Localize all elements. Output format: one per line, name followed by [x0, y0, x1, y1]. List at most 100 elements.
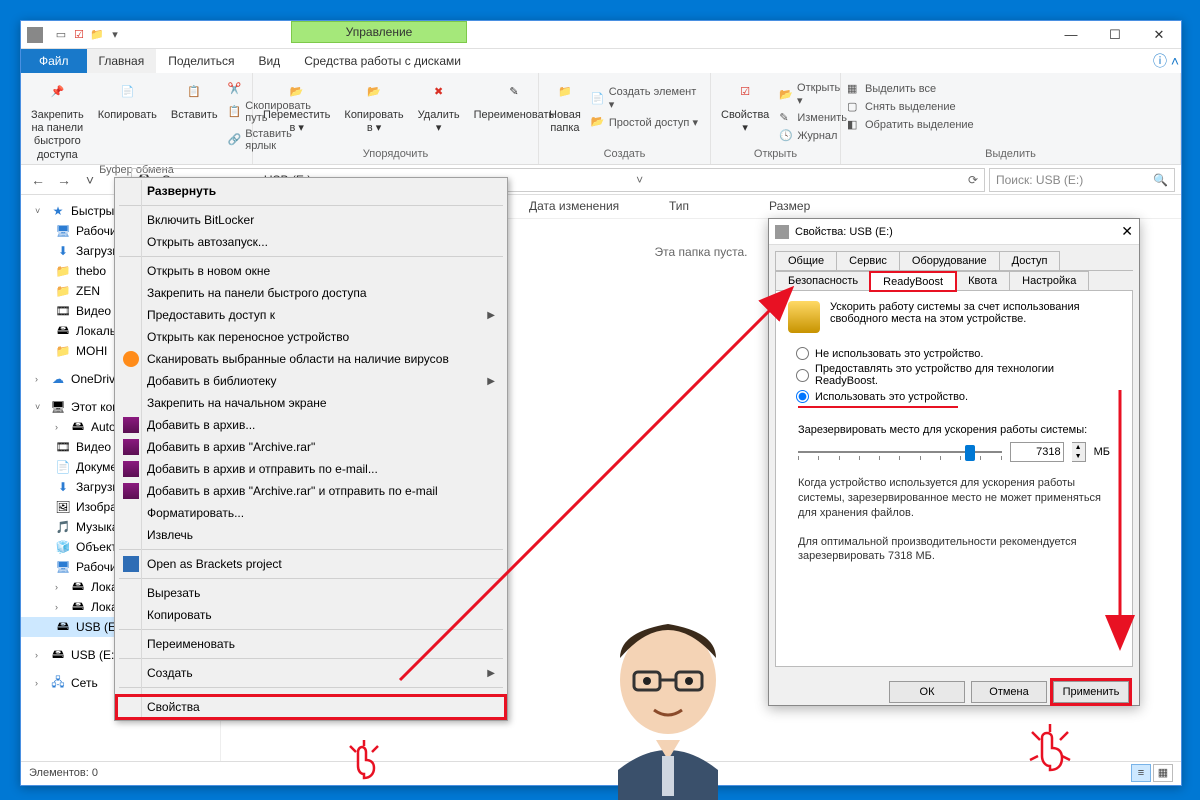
reserve-slider[interactable]: [798, 442, 1002, 462]
reserve-value-input[interactable]: 7318: [1010, 442, 1064, 462]
radio-dedicate[interactable]: Предоставлять это устройство для техноло…: [796, 363, 1120, 387]
props-tab-general[interactable]: Общие: [775, 251, 837, 270]
drive-icon: [775, 225, 789, 239]
properties-ribbon[interactable]: ☑Свойства ▾: [717, 77, 773, 144]
move-to[interactable]: 📂Переместить в ▾: [259, 77, 334, 137]
view-details[interactable]: ≡: [1131, 764, 1151, 782]
copy-to[interactable]: 📂Копировать в ▾: [340, 77, 407, 137]
properties-close[interactable]: ✕: [1121, 223, 1133, 240]
cancel-button[interactable]: Отмена: [971, 681, 1047, 703]
search-placeholder: Поиск: USB (E:): [996, 173, 1083, 187]
new-item[interactable]: 📄Создать элемент ▾: [591, 85, 704, 112]
ctx-properties[interactable]: Свойства: [117, 696, 505, 718]
col-date[interactable]: Дата изменения: [521, 195, 661, 218]
ctx-expand[interactable]: Развернуть: [117, 180, 505, 202]
ctx-extract[interactable]: Извлечь: [117, 524, 505, 546]
drive-icon: [27, 27, 43, 43]
open-small[interactable]: 📂Открыть ▾: [779, 81, 847, 108]
qat-item[interactable]: ▭: [53, 27, 69, 43]
refresh-button[interactable]: ⟳: [968, 173, 978, 187]
props-tab-quota[interactable]: Квота: [955, 271, 1010, 290]
maximize-button[interactable]: ☐: [1093, 21, 1137, 49]
select-all[interactable]: ▦Выделить все: [847, 81, 1174, 97]
invert-selection[interactable]: ◧Обратить выделение: [847, 117, 1174, 133]
search-box[interactable]: Поиск: USB (E:) 🔍: [989, 168, 1175, 192]
close-button[interactable]: ✕: [1137, 21, 1181, 49]
view-icons[interactable]: ▦: [1153, 764, 1173, 782]
view-switcher: ≡ ▦: [1131, 764, 1173, 782]
ctx-format[interactable]: Форматировать...: [117, 502, 505, 524]
ctx-rename[interactable]: Переименовать: [117, 633, 505, 655]
props-tab-sharing[interactable]: Доступ: [999, 251, 1061, 270]
paste-button[interactable]: 📋Вставить: [167, 77, 222, 164]
props-tab-tools[interactable]: Сервис: [836, 251, 900, 270]
ctx-give-access[interactable]: Предоставить доступ к▶: [117, 304, 505, 326]
ctx-pin-start[interactable]: Закрепить на начальном экране: [117, 392, 505, 414]
ctx-bitlocker[interactable]: Включить BitLocker: [117, 209, 505, 231]
delete-button[interactable]: ✖Удалить ▾: [414, 77, 464, 137]
col-size[interactable]: Размер: [761, 195, 841, 218]
ctx-create[interactable]: Создать▶: [117, 662, 505, 684]
tab-home[interactable]: Главная: [87, 49, 157, 73]
qat-checkbox[interactable]: ☑: [71, 27, 87, 43]
minimize-button[interactable]: —: [1049, 21, 1093, 49]
edit-small[interactable]: ✎Изменить: [779, 110, 847, 126]
reserve-spinner[interactable]: ▲▼: [1072, 442, 1086, 462]
apply-button[interactable]: Применить: [1053, 681, 1129, 703]
ctx-autoplay[interactable]: Открыть автозапуск...: [117, 231, 505, 253]
ctx-brackets[interactable]: Open as Brackets project: [117, 553, 505, 575]
ribbon: 📌Закрепить на панели быстрого доступа 📄К…: [21, 73, 1181, 165]
ctx-cut[interactable]: Вырезать: [117, 582, 505, 604]
quick-access-toolbar: ▭ ☑ 📁 ▾: [49, 27, 127, 43]
radio-use-device[interactable]: Использовать это устройство.: [796, 390, 1120, 403]
new-folder[interactable]: 📁Новая папка: [545, 77, 585, 137]
pin-quick-access[interactable]: 📌Закрепить на панели быстрого доступа: [27, 77, 88, 164]
tab-drive-tools[interactable]: Средства работы с дисками: [292, 49, 473, 73]
props-tab-readyboost[interactable]: ReadyBoost: [870, 272, 956, 291]
ctx-archive-rar[interactable]: Добавить в архив "Archive.rar": [117, 436, 505, 458]
props-tab-hardware[interactable]: Оборудование: [899, 251, 1000, 270]
title-bar: ▭ ☑ 📁 ▾ Управление USB (E:) — ☐ ✕: [21, 21, 1181, 49]
ribbon-help[interactable]: ⓘ ˄: [1151, 49, 1181, 73]
contextual-tab-manage[interactable]: Управление: [291, 21, 467, 43]
history-small[interactable]: 🕓Журнал: [779, 128, 847, 144]
tab-file[interactable]: Файл: [21, 49, 87, 73]
group-select-label: Выделить: [847, 148, 1174, 160]
qat-overflow[interactable]: ▾: [107, 27, 123, 43]
props-tab-security[interactable]: Безопасность: [775, 271, 871, 290]
properties-dialog: Свойства: USB (E:) ✕ Общие Сервис Оборуд…: [768, 218, 1140, 706]
group-new-label: Создать: [545, 148, 704, 160]
properties-title-bar: Свойства: USB (E:) ✕: [769, 219, 1139, 245]
ctx-portable[interactable]: Открыть как переносное устройство: [117, 326, 505, 348]
slider-thumb[interactable]: [965, 445, 975, 461]
qat-folder[interactable]: 📁: [89, 27, 105, 43]
properties-tabs-row1: Общие Сервис Оборудование Доступ: [775, 251, 1133, 271]
tab-share[interactable]: Поделиться: [156, 49, 246, 73]
group-organize-label: Упорядочить: [259, 148, 532, 160]
select-none[interactable]: ▢Снять выделение: [847, 99, 1174, 115]
readyboost-icon: [788, 301, 820, 333]
copy-button[interactable]: 📄Копировать: [94, 77, 161, 164]
ctx-add-archive[interactable]: Добавить в архив...: [117, 414, 505, 436]
forward-button[interactable]: →: [53, 169, 75, 191]
address-dropdown[interactable]: ˅: [636, 173, 643, 187]
ctx-scan-virus[interactable]: Сканировать выбранные области на наличие…: [117, 348, 505, 370]
ctx-new-window[interactable]: Открыть в новом окне: [117, 260, 505, 282]
tab-view[interactable]: Вид: [246, 49, 292, 73]
ctx-pin-quick[interactable]: Закрепить на панели быстрого доступа: [117, 282, 505, 304]
ctx-archive-email[interactable]: Добавить в архив и отправить по e-mail..…: [117, 458, 505, 480]
col-type[interactable]: Тип: [661, 195, 761, 218]
props-tab-customize[interactable]: Настройка: [1009, 271, 1089, 290]
back-button[interactable]: ←: [27, 169, 49, 191]
ctx-add-library[interactable]: Добавить в библиотеку▶: [117, 370, 505, 392]
ok-button[interactable]: ОК: [889, 681, 965, 703]
search-icon: 🔍: [1153, 173, 1168, 187]
easy-access[interactable]: 📂Простой доступ ▾: [591, 114, 704, 130]
ctx-copy[interactable]: Копировать: [117, 604, 505, 626]
annotation-underline: [798, 406, 958, 408]
radio-do-not-use[interactable]: Не использовать это устройство.: [796, 347, 1120, 360]
ctx-archive-rar-email[interactable]: Добавить в архив "Archive.rar" и отправи…: [117, 480, 505, 502]
recent-dropdown[interactable]: ˅: [79, 169, 101, 191]
readyboost-note2: Для оптимальной производительности реком…: [798, 535, 1110, 565]
properties-tabs-row2: Безопасность ReadyBoost Квота Настройка: [775, 271, 1133, 291]
